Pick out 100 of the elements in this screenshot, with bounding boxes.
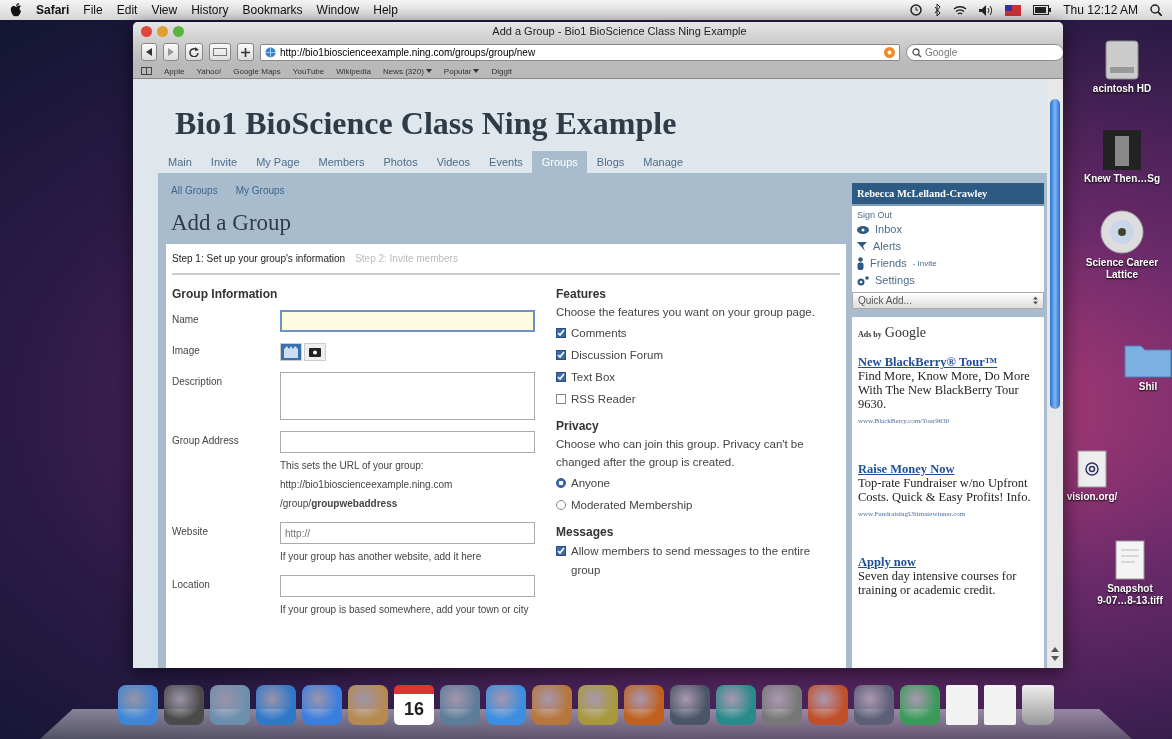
nav-tab[interactable]: Manage bbox=[633, 151, 693, 173]
scroll-thumb[interactable] bbox=[1050, 99, 1060, 409]
text-area[interactable] bbox=[280, 372, 535, 420]
forward-button[interactable] bbox=[163, 43, 179, 61]
nav-tab[interactable]: Members bbox=[308, 151, 374, 173]
desktop-icon-label[interactable]: Shil bbox=[1138, 381, 1158, 393]
bookmark-link[interactable]: Diggit bbox=[491, 66, 512, 76]
nav-tab[interactable]: Videos bbox=[426, 151, 480, 173]
quick-add-dropdown[interactable]: Quick Add... bbox=[852, 292, 1044, 309]
desktop-icon-label[interactable]: Snapshot 9-07…8-13.tiff bbox=[1097, 583, 1163, 607]
sidebar-link[interactable]: Alerts bbox=[873, 239, 902, 254]
nav-tab[interactable]: Main bbox=[158, 151, 201, 173]
text-field[interactable] bbox=[280, 310, 535, 332]
ad-title-link[interactable]: Raise Money Now bbox=[858, 462, 1038, 476]
wifi-icon[interactable] bbox=[953, 4, 968, 16]
back-button[interactable] bbox=[141, 43, 157, 61]
bookmark-link[interactable]: News (320) bbox=[382, 66, 424, 76]
minimize-button[interactable] bbox=[157, 25, 168, 37]
nav-tab[interactable]: Events bbox=[479, 151, 532, 173]
app-icon[interactable] bbox=[670, 685, 710, 725]
step-tab[interactable]: Step 1: Set up your group's information bbox=[172, 253, 346, 264]
close-button[interactable] bbox=[141, 25, 152, 37]
menu-item[interactable]: History bbox=[191, 3, 229, 17]
rss-icon[interactable] bbox=[884, 46, 895, 58]
app-icon[interactable] bbox=[348, 685, 388, 725]
dropdown-arrow-icon[interactable] bbox=[473, 69, 480, 73]
ad-title-link[interactable]: New BlackBerry® Tour™ bbox=[858, 355, 1038, 369]
add-bookmark-button[interactable] bbox=[237, 43, 254, 61]
app-icon[interactable] bbox=[486, 685, 526, 725]
apple-logo-icon[interactable] bbox=[10, 3, 22, 17]
app-icon[interactable] bbox=[210, 685, 250, 725]
search-icon[interactable] bbox=[1150, 4, 1162, 16]
nav-tab[interactable]: Photos bbox=[373, 151, 427, 173]
nav-tab[interactable]: My Page bbox=[246, 151, 309, 173]
flag-icon[interactable] bbox=[1005, 4, 1022, 16]
checkbox[interactable] bbox=[556, 372, 566, 382]
menu-item[interactable]: Help bbox=[373, 3, 398, 17]
text-field[interactable]: http:// bbox=[280, 522, 535, 544]
text-field[interactable] bbox=[280, 431, 535, 453]
checkbox[interactable] bbox=[556, 546, 566, 556]
nav-tab[interactable]: Invite bbox=[200, 151, 247, 173]
battery-icon[interactable] bbox=[1033, 5, 1052, 15]
invite-link[interactable]: - Invite bbox=[912, 256, 937, 271]
app-icon[interactable] bbox=[854, 685, 894, 725]
book-icon[interactable] bbox=[141, 67, 152, 75]
bookmark-link[interactable]: Wikipedia bbox=[336, 66, 371, 76]
app-icon[interactable] bbox=[164, 685, 204, 725]
desktop-icon-label[interactable]: Knew Then…Sg bbox=[1083, 173, 1161, 185]
disc-icon[interactable] bbox=[1100, 210, 1144, 254]
app-icon[interactable] bbox=[302, 685, 342, 725]
app-icon[interactable] bbox=[532, 685, 572, 725]
app-icon[interactable] bbox=[716, 685, 756, 725]
dropdown-arrow-icon[interactable] bbox=[425, 69, 432, 73]
snapback-button[interactable] bbox=[209, 43, 231, 61]
sidebar-link[interactable]: Inbox bbox=[875, 222, 902, 237]
app-icon[interactable] bbox=[578, 685, 618, 725]
app-icon[interactable] bbox=[808, 685, 848, 725]
trash-icon[interactable] bbox=[1022, 685, 1054, 725]
bookmark-link[interactable]: Popular bbox=[443, 66, 472, 76]
menu-item[interactable]: View bbox=[151, 3, 178, 17]
menu-clock[interactable]: Thu 12:12 AM bbox=[1063, 3, 1138, 17]
zoom-button[interactable] bbox=[173, 25, 184, 37]
hard-drive-icon[interactable] bbox=[1105, 40, 1139, 80]
sidebar-link[interactable]: Friends bbox=[870, 256, 907, 271]
app-icon[interactable] bbox=[762, 685, 802, 725]
bookmark-link[interactable]: Yahoo! bbox=[196, 66, 222, 76]
checkbox[interactable] bbox=[556, 394, 566, 404]
desktop-icon-label[interactable]: vision.org/ bbox=[1066, 491, 1118, 503]
desktop-icon-label[interactable]: acintosh HD bbox=[1092, 83, 1152, 95]
text-field[interactable] bbox=[280, 575, 535, 597]
bookmark-link[interactable]: Google Maps bbox=[233, 66, 281, 76]
scrollbar[interactable] bbox=[1047, 79, 1063, 668]
menu-item[interactable]: File bbox=[83, 3, 103, 17]
checkbox[interactable] bbox=[556, 350, 566, 360]
nav-tab[interactable]: Blogs bbox=[586, 151, 634, 173]
photo-placeholder[interactable] bbox=[1103, 130, 1141, 170]
clock-icon[interactable] bbox=[910, 4, 923, 16]
bookmark-link[interactable]: Apple bbox=[164, 66, 185, 76]
scroll-arrows-icon[interactable] bbox=[1051, 646, 1059, 662]
menu-item[interactable]: Safari bbox=[36, 3, 70, 17]
sign-out-link[interactable]: Sign Out bbox=[857, 210, 1039, 220]
document-icon[interactable] bbox=[1115, 540, 1145, 580]
app-icon[interactable] bbox=[900, 685, 940, 725]
bookmark-link[interactable]: YouTube bbox=[292, 66, 325, 76]
address-field[interactable]: http://bio1bioscienceexample.ning.com/groups/group/new bbox=[260, 43, 900, 61]
calendar-icon[interactable]: 16 bbox=[394, 685, 434, 725]
reload-button[interactable] bbox=[185, 43, 203, 61]
at-sign-document-icon[interactable] bbox=[1077, 450, 1107, 488]
bluetooth-icon[interactable] bbox=[934, 4, 942, 16]
menu-item[interactable]: Edit bbox=[116, 3, 138, 17]
search-field[interactable]: Google bbox=[906, 43, 1063, 61]
ad-title-link[interactable]: Apply now bbox=[858, 555, 1038, 569]
menu-item[interactable]: Bookmarks bbox=[242, 3, 303, 17]
app-icon[interactable] bbox=[118, 685, 158, 725]
sidebar-link[interactable]: Settings bbox=[875, 273, 915, 288]
checkbox[interactable] bbox=[556, 328, 566, 338]
menu-item[interactable]: Window bbox=[316, 3, 360, 17]
volume-icon[interactable] bbox=[979, 4, 994, 16]
radio-button[interactable] bbox=[556, 478, 566, 488]
app-icon[interactable] bbox=[624, 685, 664, 725]
